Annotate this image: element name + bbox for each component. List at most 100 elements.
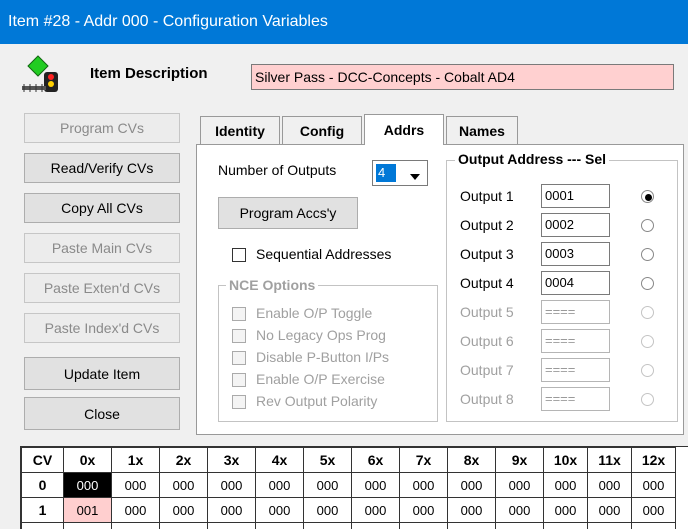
cv-cell[interactable]: 000 bbox=[495, 497, 544, 523]
cv-cell[interactable]: 000 bbox=[351, 522, 400, 529]
output-4-label: Output 4 bbox=[460, 275, 514, 291]
cv-cell[interactable]: 000 bbox=[351, 497, 400, 523]
update-item-button[interactable]: Update Item bbox=[24, 357, 180, 390]
sequential-addresses-checkbox[interactable] bbox=[232, 248, 246, 262]
close-button[interactable]: Close bbox=[24, 397, 180, 430]
cv-cell[interactable]: 000 bbox=[159, 522, 208, 529]
copy-all-cvs-button[interactable]: Copy All CVs bbox=[24, 193, 180, 223]
paste-index-cvs-button[interactable]: Paste Index'd CVs bbox=[24, 313, 180, 343]
cv-cell[interactable]: 000 bbox=[399, 497, 448, 523]
no-legacy-ops-prog-checkbox[interactable] bbox=[232, 329, 246, 343]
cv-cell[interactable]: 000 bbox=[587, 497, 632, 523]
cv-cell[interactable]: 000 bbox=[351, 472, 400, 498]
output-8-select-radio[interactable] bbox=[641, 393, 654, 406]
cv-cell[interactable]: 000 bbox=[303, 472, 352, 498]
cv-cell[interactable]: 000 bbox=[255, 472, 304, 498]
output-1-address[interactable]: 0001 bbox=[541, 184, 610, 208]
program-accessory-button[interactable]: Program Accs'y bbox=[218, 197, 358, 229]
cv-column-header: 6x bbox=[351, 447, 400, 473]
paste-extend-cvs-button[interactable]: Paste Exten'd CVs bbox=[24, 273, 180, 303]
output-2-select-radio[interactable] bbox=[641, 219, 654, 232]
table-row: 1 001 000 000 000 000 000 000 000 000 00… bbox=[21, 497, 676, 523]
cv-cell[interactable]: 000 bbox=[207, 522, 256, 529]
cv-cell[interactable]: 000 bbox=[111, 522, 160, 529]
cv-cell[interactable]: 000 bbox=[495, 472, 544, 498]
cv-cell[interactable]: 000 bbox=[399, 522, 448, 529]
output-4-select-radio[interactable] bbox=[641, 277, 654, 290]
item-description-label: Item Description bbox=[90, 65, 208, 82]
output-3-select-radio[interactable] bbox=[641, 248, 654, 261]
cv-cell[interactable]: 000 bbox=[111, 472, 160, 498]
output-5-address[interactable]: ==== bbox=[541, 300, 610, 324]
cv-grid: CV 0x 1x 2x 3x 4x 5x 6x 7x 8x 9x 10x 11x… bbox=[20, 446, 688, 529]
cv-cell[interactable]: 000 bbox=[159, 472, 208, 498]
cv-cell[interactable]: 001 bbox=[63, 497, 112, 523]
cv-cell[interactable]: 000 bbox=[447, 497, 496, 523]
enable-op-exercise-checkbox[interactable] bbox=[232, 373, 246, 387]
no-legacy-ops-prog-label: No Legacy Ops Prog bbox=[256, 327, 386, 343]
output-7-select-radio[interactable] bbox=[641, 364, 654, 377]
cv-cell[interactable]: 000 bbox=[447, 472, 496, 498]
cv-cell[interactable]: 000 bbox=[255, 522, 304, 529]
cv-column-header: 9x bbox=[495, 447, 544, 473]
read-verify-cvs-button[interactable]: Read/Verify CVs bbox=[24, 153, 180, 183]
cv-cell[interactable]: 000 bbox=[207, 472, 256, 498]
cv-column-header: 8x bbox=[447, 447, 496, 473]
number-of-outputs-select[interactable]: 4 bbox=[372, 160, 428, 186]
output-5-select-radio[interactable] bbox=[641, 306, 654, 319]
cv-cell[interactable]: 000 bbox=[543, 472, 588, 498]
cv-cell[interactable]: 000 bbox=[631, 497, 676, 523]
output-8-address[interactable]: ==== bbox=[541, 387, 610, 411]
cv-header-row: CV 0x 1x 2x 3x 4x 5x 6x 7x 8x 9x 10x 11x… bbox=[21, 447, 676, 473]
cv-cell[interactable]: 000 bbox=[159, 497, 208, 523]
output-address-title: Output Address --- Sel bbox=[455, 151, 610, 167]
output-7-address[interactable]: ==== bbox=[541, 358, 610, 382]
cv-cell[interactable]: 000 bbox=[587, 522, 632, 529]
output-1-select-radio[interactable] bbox=[641, 190, 654, 203]
table-row: 0 000 000 000 000 000 000 000 000 000 00… bbox=[21, 472, 676, 498]
cv-cell[interactable]: 000 bbox=[255, 497, 304, 523]
output-3-address[interactable]: 0003 bbox=[541, 242, 610, 266]
cv-cell[interactable]: 000 bbox=[63, 472, 112, 498]
rev-output-polarity-checkbox[interactable] bbox=[232, 395, 246, 409]
cv-column-header: 5x bbox=[303, 447, 352, 473]
cv-cell[interactable]: 000 bbox=[303, 522, 352, 529]
cv-cell[interactable]: 000 bbox=[447, 522, 496, 529]
cv-cell[interactable]: 000 bbox=[495, 522, 544, 529]
output-6-select-radio[interactable] bbox=[641, 335, 654, 348]
output-2-address[interactable]: 0002 bbox=[541, 213, 610, 237]
tab-addrs[interactable]: Addrs bbox=[364, 114, 444, 145]
output-6-address[interactable]: ==== bbox=[541, 329, 610, 353]
cv-cell[interactable]: 000 bbox=[543, 497, 588, 523]
output-1-label: Output 1 bbox=[460, 188, 514, 204]
cv-cell[interactable]: 000 bbox=[587, 472, 632, 498]
chevron-down-icon[interactable] bbox=[408, 169, 422, 180]
output-2-label: Output 2 bbox=[460, 217, 514, 233]
output-6-label: Output 6 bbox=[460, 333, 514, 349]
cv-cell[interactable]: 000 bbox=[631, 472, 676, 498]
tab-names[interactable]: Names bbox=[446, 116, 518, 144]
disable-pbutton-label: Disable P-Button I/Ps bbox=[256, 349, 390, 365]
output-4-address[interactable]: 0004 bbox=[541, 271, 610, 295]
tab-identity[interactable]: Identity bbox=[200, 116, 280, 144]
cv-cell[interactable]: 000 bbox=[303, 497, 352, 523]
cv-cell[interactable]: 000 bbox=[63, 522, 112, 529]
cv-cell[interactable]: 000 bbox=[631, 522, 676, 529]
cv-column-header: 4x bbox=[255, 447, 304, 473]
enable-op-toggle-checkbox[interactable] bbox=[232, 307, 246, 321]
program-cvs-button[interactable]: Program CVs bbox=[24, 113, 180, 143]
cv-column-header: 3x bbox=[207, 447, 256, 473]
cv-column-header: 0x bbox=[63, 447, 112, 473]
sequential-addresses-label: Sequential Addresses bbox=[256, 246, 392, 262]
cv-cell[interactable]: 000 bbox=[111, 497, 160, 523]
cv-row-header: 2 bbox=[21, 522, 64, 529]
cv-cell[interactable]: 000 bbox=[543, 522, 588, 529]
disable-pbutton-checkbox[interactable] bbox=[232, 351, 246, 365]
tab-config[interactable]: Config bbox=[282, 116, 362, 144]
paste-main-cvs-button[interactable]: Paste Main CVs bbox=[24, 233, 180, 263]
cv-cell[interactable]: 000 bbox=[399, 472, 448, 498]
enable-op-toggle-label: Enable O/P Toggle bbox=[256, 305, 373, 321]
item-description-field[interactable]: Silver Pass - DCC-Concepts - Cobalt AD4 bbox=[251, 64, 674, 90]
cv-cell[interactable]: 000 bbox=[207, 497, 256, 523]
cv-row-header: 0 bbox=[21, 472, 64, 498]
